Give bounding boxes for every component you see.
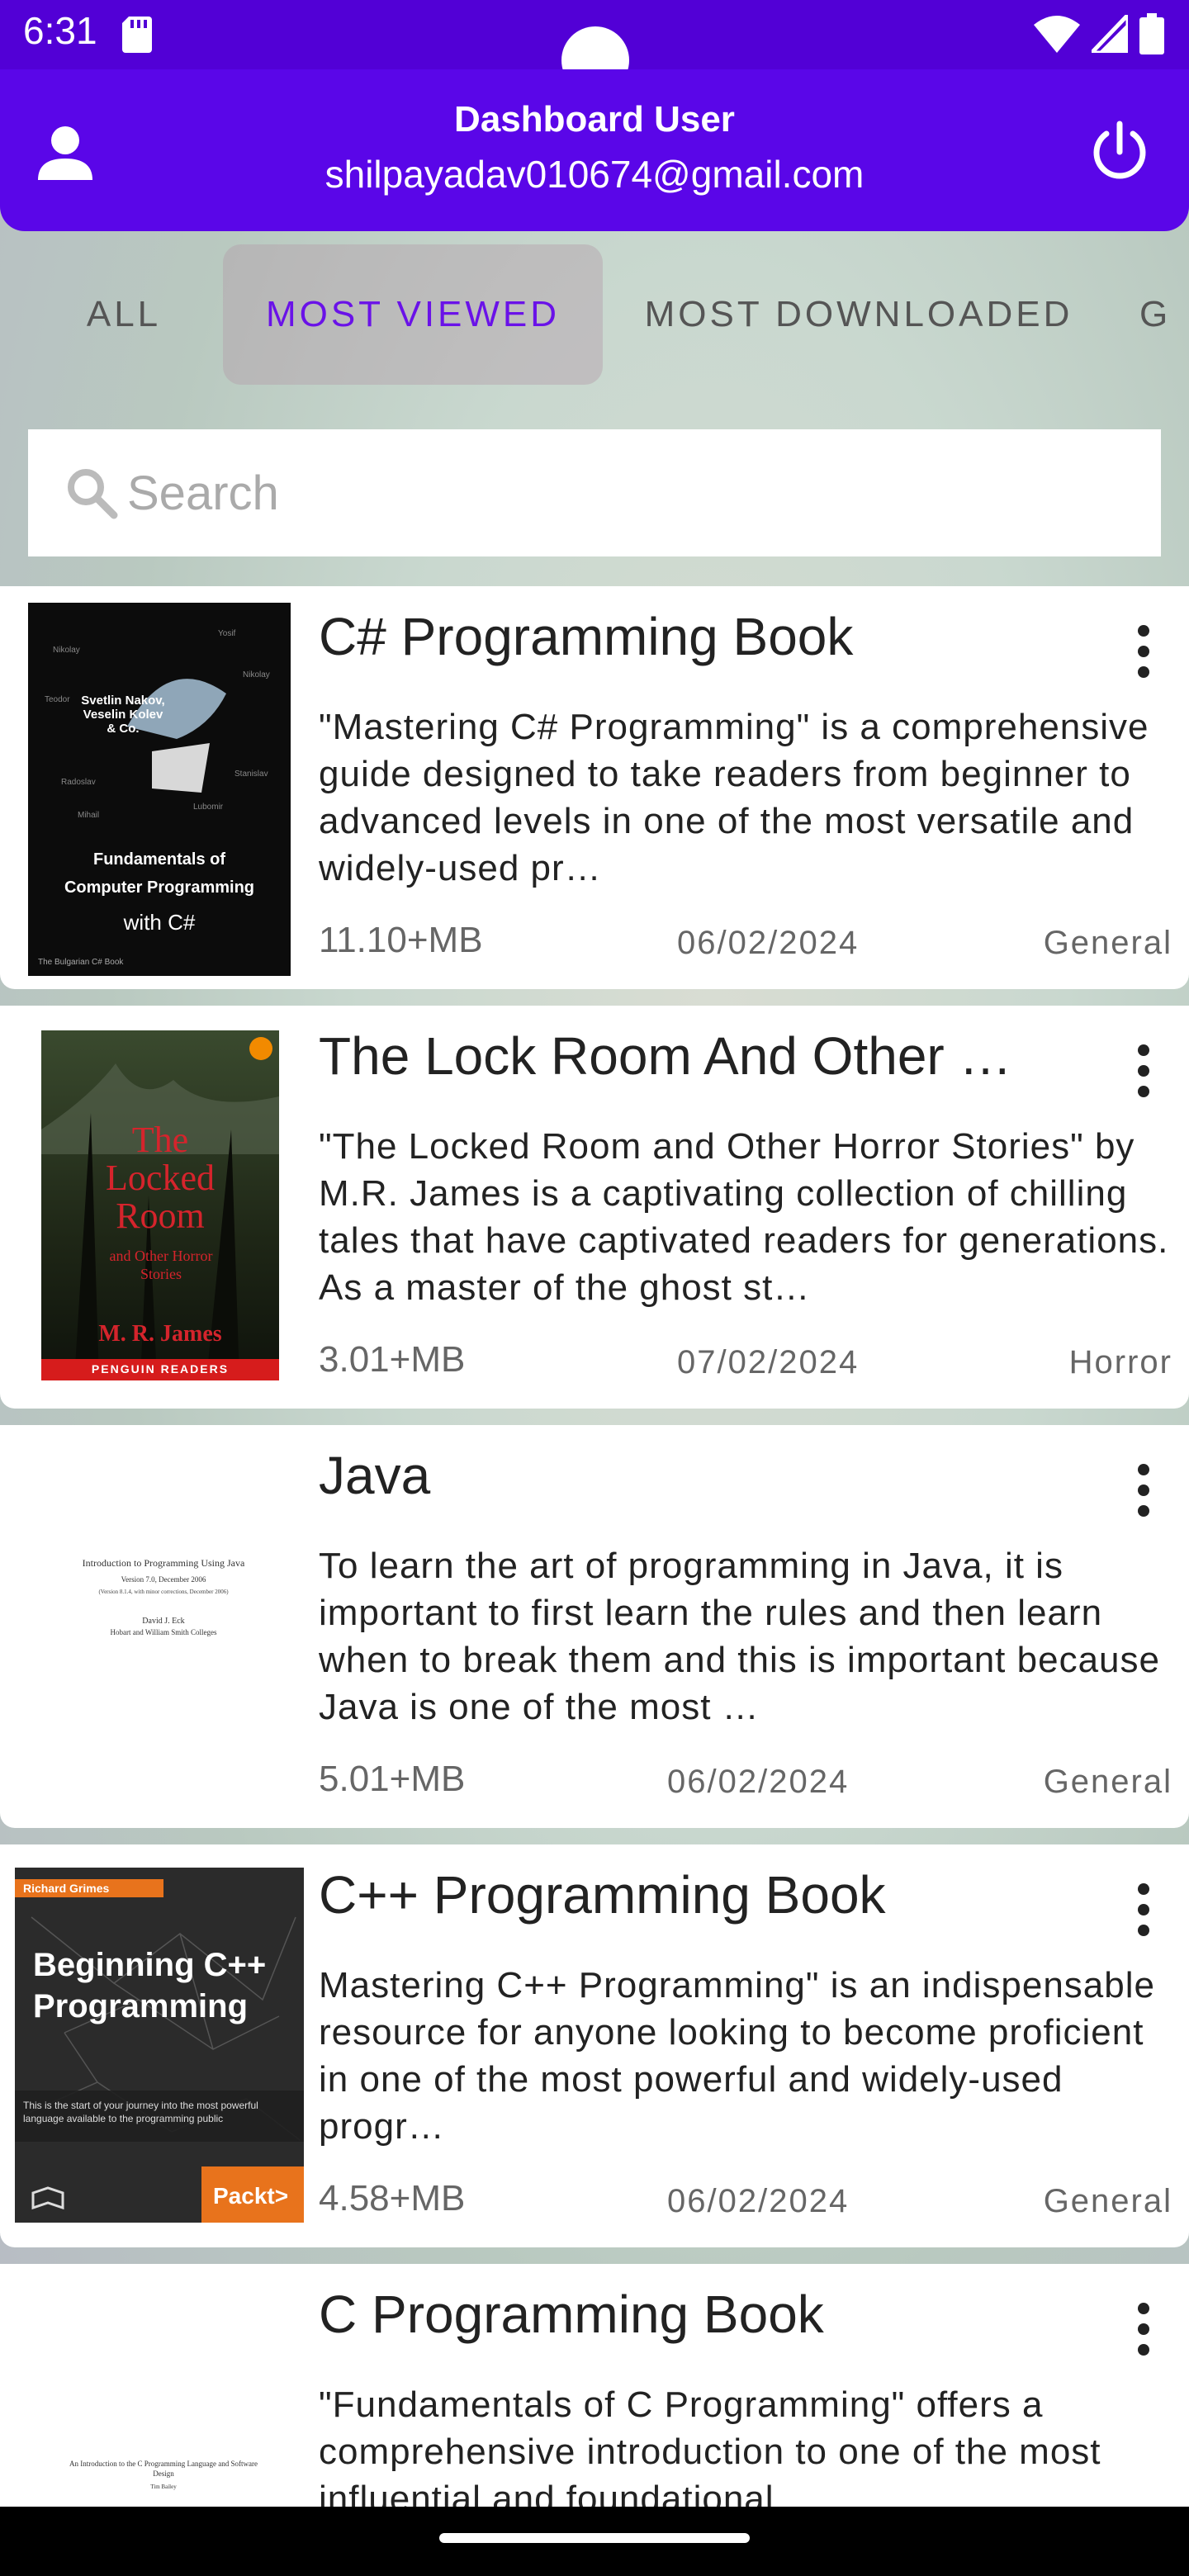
cover-line-1: An Introduction to the C Programming Lan…	[69, 2460, 258, 2478]
more-vert-icon[interactable]	[1131, 1463, 1156, 1518]
tab-most-downloaded[interactable]: MOST DOWNLOADED	[628, 244, 1090, 385]
book-category: General	[1043, 925, 1172, 961]
book-cover-image: Nikolay Yosif Nikolay Teodor Radoslav Stani…	[28, 603, 291, 976]
book-card[interactable]: Introduction to Programming Using Java V…	[0, 1425, 1189, 1828]
book-category: Horror	[1068, 1344, 1172, 1380]
book-size: 4.58+MB	[319, 2178, 466, 2218]
cover-footer: The Bulgarian C# Book	[38, 958, 124, 967]
book-category: General	[1043, 2183, 1172, 2219]
book-description: To learn the art of programming in Java,…	[319, 1546, 1160, 1727]
cover-footer: PENGUIN READERS	[91, 1362, 230, 1376]
cover-art-network	[15, 1916, 304, 2223]
book-size: 5.01+MB	[319, 1759, 466, 1799]
cover-title-1: Fundamentals of	[92, 850, 225, 869]
svg-text:Radoslav: Radoslav	[61, 778, 96, 787]
tab-all[interactable]: ALL	[41, 244, 206, 385]
search-icon	[68, 469, 118, 519]
wifi-icon	[1034, 16, 1080, 53]
search-input[interactable]	[126, 464, 1103, 522]
book-size: 11.10+MB	[319, 920, 483, 960]
cover-title-1: The	[131, 1120, 189, 1160]
search-bar[interactable]	[28, 429, 1161, 556]
book-category: General	[1043, 1764, 1172, 1800]
cover-subtitle: and Other Horror Stories	[109, 1248, 213, 1282]
more-vert-icon[interactable]	[1131, 2302, 1156, 2356]
tab-partial[interactable]: G	[1139, 244, 1189, 385]
book-description: "Fundamentals of C Programming" offers a…	[319, 2384, 1101, 2507]
home-indicator[interactable]	[439, 2533, 750, 2543]
book-title: C Programming Book	[319, 2285, 824, 2344]
book-description: Mastering C++ Programming" is an indispe…	[319, 1965, 1155, 2147]
battery-icon	[1139, 13, 1164, 54]
header-title: Dashboard User	[454, 99, 735, 140]
cover-title-2: Computer Programming	[64, 878, 255, 897]
cover-title-3: Room	[116, 1196, 205, 1236]
book-date: 06/02/2024	[667, 1764, 850, 1800]
cover-authors: Svetlin Nakov, Veselin Kolev & Co.	[81, 694, 165, 736]
cover-line-2: Tim Bailey	[150, 2484, 177, 2490]
cover-title-2: Programming	[33, 1988, 249, 2024]
cover-title-2: Locked	[106, 1158, 215, 1198]
cover-line-5: Hobart and William Smith Colleges	[110, 1628, 217, 1636]
book-date: 06/02/2024	[667, 2183, 850, 2219]
svg-text:Stanislav: Stanislav	[234, 769, 268, 779]
book-date: 06/02/2024	[677, 925, 860, 961]
cover-blurb: This is the start of your journey into t…	[23, 2100, 258, 2124]
more-vert-icon[interactable]	[1131, 624, 1156, 679]
tab-most-viewed[interactable]: MOST VIEWED	[223, 244, 603, 385]
cover-line-1: Introduction to Programming Using Java	[82, 1557, 245, 1569]
book-title: The Lock Room And Other …	[319, 1026, 1012, 1086]
book-cover-image: Introduction to Programming Using Java V…	[17, 1442, 310, 1811]
book-title: C# Programming Book	[319, 607, 854, 666]
status-bar: 6:31	[0, 0, 1189, 94]
status-time: 6:31	[23, 9, 97, 52]
cover-publisher: Packt>	[213, 2183, 289, 2209]
cover-line-4: David J. Eck	[142, 1617, 185, 1626]
header-email: shilpayadav010674@gmail.com	[324, 153, 865, 196]
book-cover-image: Richard Grimes Beginning C++ Programming…	[15, 1868, 304, 2223]
more-vert-icon[interactable]	[1131, 1882, 1156, 1937]
book-description: "Mastering C# Programming" is a comprehe…	[319, 707, 1149, 888]
book-card[interactable]: Richard Grimes Beginning C++ Programming…	[0, 1844, 1189, 2247]
book-cover-image: The Locked Room and Other Horror Stories…	[41, 1030, 279, 1380]
cover-line-3: (Version 8.1.4, with minor corrections, …	[98, 1589, 229, 1595]
category-tabs: ALL MOST VIEWED MOST DOWNLOADED G	[0, 244, 1189, 385]
cover-title-1: Beginning C++	[33, 1947, 267, 1983]
book-cover-image: An Introduction to the C Programming Lan…	[17, 2280, 310, 2507]
book-description: "The Locked Room and Other Horror Storie…	[319, 1126, 1169, 1308]
app-header: Dashboard User shilpayadav010674@gmail.c…	[0, 69, 1189, 231]
system-nav-bar	[0, 2507, 1189, 2576]
logout-power-icon[interactable]	[1087, 119, 1153, 185]
svg-text:Teodor: Teodor	[45, 695, 70, 704]
svg-text:Nikolay: Nikolay	[53, 646, 80, 655]
svg-text:Lubomir: Lubomir	[193, 803, 224, 812]
svg-text:Nikolay: Nikolay	[243, 670, 270, 680]
sd-card-icon	[122, 17, 152, 53]
book-title: C++ Programming Book	[319, 1865, 886, 1925]
book-title: Java	[319, 1446, 431, 1505]
book-date: 07/02/2024	[677, 1344, 860, 1380]
cover-line-2: Version 7.0, December 2006	[121, 1575, 206, 1584]
book-card[interactable]: Nikolay Yosif Nikolay Teodor Radoslav Stani…	[0, 586, 1189, 989]
signal-icon	[1092, 15, 1128, 53]
svg-text:Mihail: Mihail	[78, 811, 99, 820]
book-card[interactable]: The Locked Room and Other Horror Stories…	[0, 1006, 1189, 1409]
book-size: 3.01+MB	[319, 1339, 466, 1380]
more-vert-icon[interactable]	[1131, 1044, 1156, 1098]
book-card[interactable]: An Introduction to the C Programming Lan…	[0, 2264, 1189, 2507]
cover-author: M. R. James	[98, 1321, 222, 1347]
svg-text:Yosif: Yosif	[218, 629, 236, 638]
cover-title-3: with C#	[123, 910, 196, 935]
cover-author: Richard Grimes	[15, 1879, 163, 1897]
